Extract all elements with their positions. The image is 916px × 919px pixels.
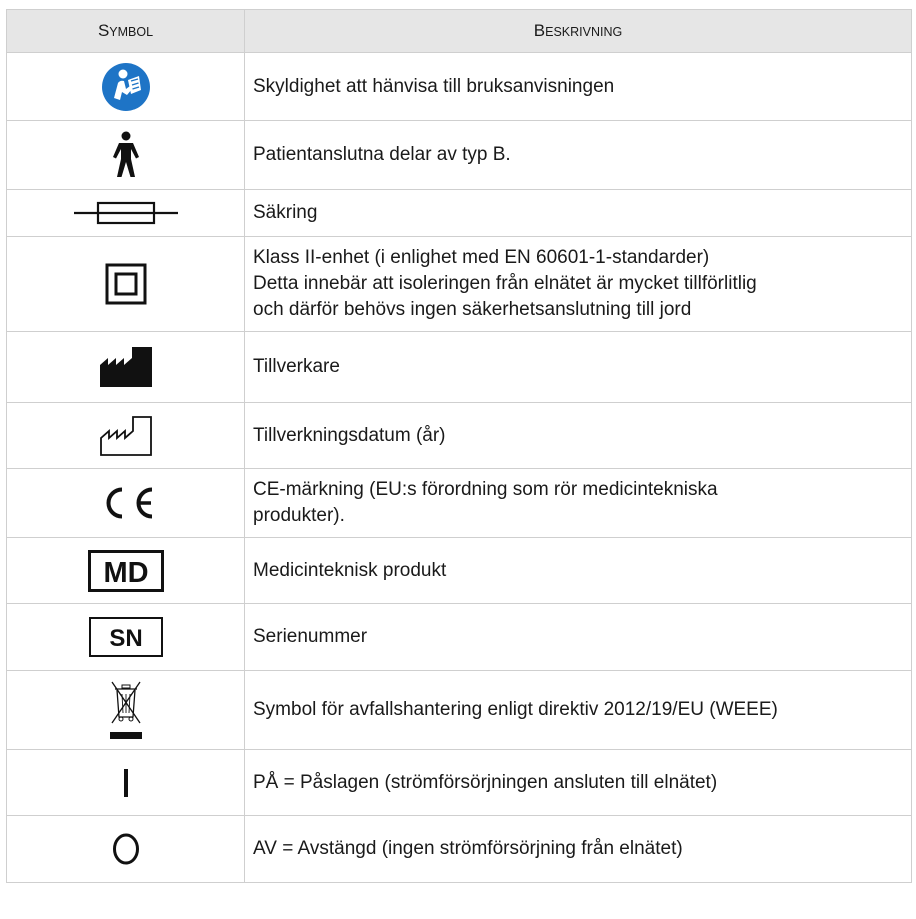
table-row: CE-märkning (EU:s förordning som rör med…: [6, 468, 912, 538]
row-description: Serienummer: [244, 603, 912, 671]
table-row: Säkring: [6, 189, 912, 237]
fuse-icon: [73, 201, 178, 225]
manufacturer-icon: [99, 347, 152, 387]
table-row: AV = Avstängd (ingen strömförsörjning fr…: [6, 815, 912, 883]
table-row: Skyldighet att hänvisa till bruksanvisni…: [6, 52, 912, 121]
table-row: Klass II-enhet (i enlighet med EN 60601-…: [6, 236, 912, 332]
row-description: Säkring: [244, 189, 912, 237]
row-description: Tillverkare: [244, 331, 912, 403]
power-off-icon: [112, 833, 139, 865]
header-symbol: SYMBOL: [6, 9, 245, 53]
manufacture-date-icon: [99, 415, 152, 456]
row-description: Symbol för avfallshantering enligt direk…: [244, 670, 912, 750]
row-description: Tillverkningsdatum (år): [244, 402, 912, 469]
row-description: AV = Avstängd (ingen strömförsörjning fr…: [244, 815, 912, 883]
table-header-row: SYMBOL BESKRIVNING: [6, 9, 912, 53]
table-row: Tillverkare: [6, 331, 912, 403]
class-ii-icon: [105, 263, 146, 305]
table-row: SN Serienummer: [6, 603, 912, 671]
row-description: PÅ = Påslagen (strömförsörjningen anslut…: [244, 749, 912, 816]
row-description: Patientanslutna delar av typ B.: [244, 120, 912, 190]
table-row: Symbol för avfallshantering enligt direk…: [6, 670, 912, 750]
type-b-applied-part-icon: [112, 131, 139, 177]
ce-mark-icon: [106, 487, 152, 519]
table-row: MD Medicinteknisk produkt: [6, 537, 912, 604]
serial-number-icon: SN: [88, 617, 163, 657]
svg-text:SN: SN: [109, 625, 142, 652]
row-description: CE-märkning (EU:s förordning som rör med…: [244, 468, 912, 538]
table-row: Tillverkningsdatum (år): [6, 402, 912, 469]
manual-icon: [101, 62, 150, 111]
row-description: Medicinteknisk produkt: [244, 537, 912, 604]
md-icon: MD: [87, 549, 164, 592]
header-description: BESKRIVNING: [244, 9, 912, 53]
table-row: PÅ = Påslagen (strömförsörjningen anslut…: [6, 749, 912, 816]
weee-icon: [109, 681, 142, 739]
row-description: Klass II-enhet (i enlighet med EN 60601-…: [244, 236, 912, 332]
svg-text:MD: MD: [103, 557, 148, 589]
table-row: Patientanslutna delar av typ B.: [6, 120, 912, 190]
symbol-table: SYMBOL BESKRIVNING Skyldighet att hänvis…: [6, 9, 912, 883]
row-description: Skyldighet att hänvisa till bruksanvisni…: [244, 52, 912, 121]
power-on-icon: [123, 768, 128, 797]
